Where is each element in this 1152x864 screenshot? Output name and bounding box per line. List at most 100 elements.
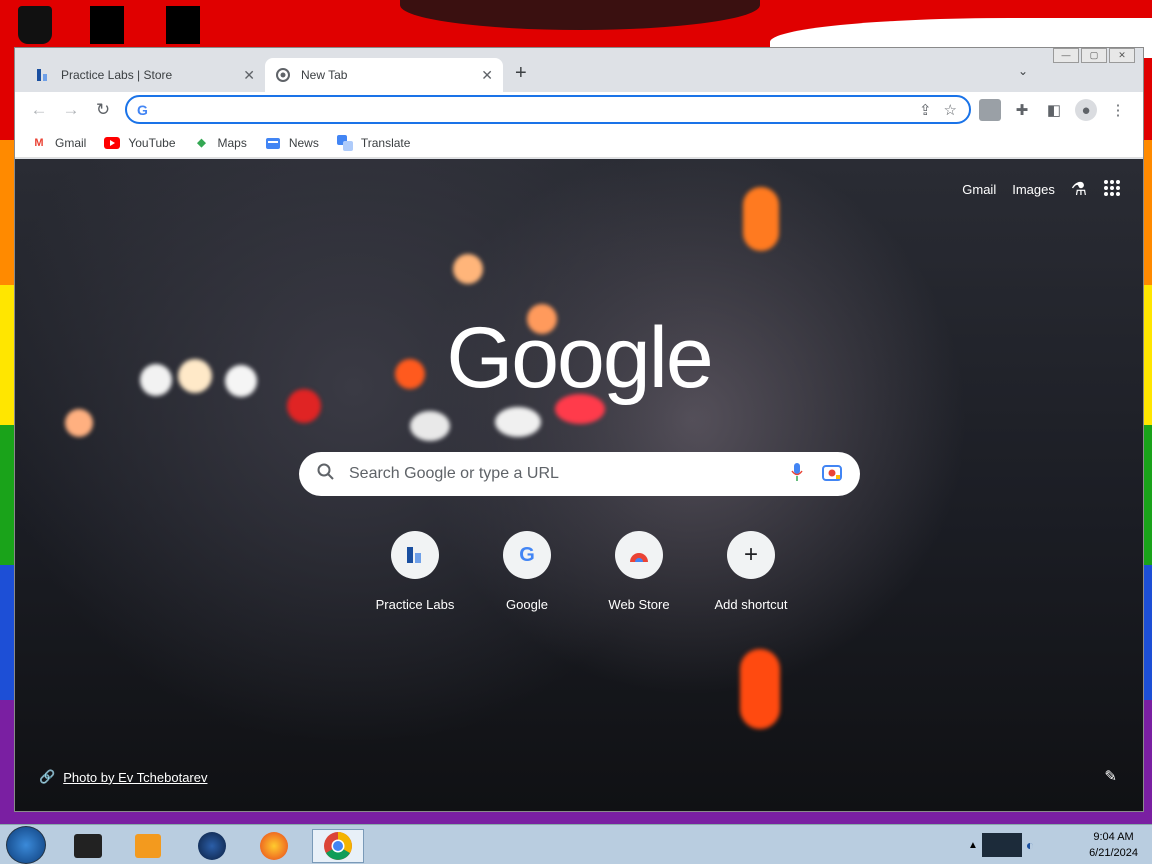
bokeh-light <box>65 409 93 437</box>
bookmark-label: Maps <box>217 135 247 150</box>
search-box[interactable] <box>299 452 860 496</box>
tab-strip: Practice Labs | Store ✕ New Tab ✕ + ⌄ — … <box>15 48 1143 92</box>
top-links: Gmail Images ⚗ <box>962 179 1121 200</box>
browser-window: Practice Labs | Store ✕ New Tab ✕ + ⌄ — … <box>14 47 1144 812</box>
photo-attribution: 🔗 Photo by Ev Tchebotarev <box>39 769 207 785</box>
bookmark-news[interactable]: News <box>265 135 319 151</box>
tab-title: New Tab <box>301 68 348 82</box>
bookmark-youtube[interactable]: YouTube <box>104 135 176 151</box>
recycle-bin-icon[interactable] <box>18 6 52 44</box>
new-tab-page: Gmail Images ⚗ Google Search Google or t… <box>15 159 1143 811</box>
gmail-link[interactable]: Gmail <box>962 182 996 197</box>
maps-icon: ◆ <box>197 137 206 149</box>
lens-camera-icon[interactable] <box>822 463 842 486</box>
bookmarks-bar: M Gmail YouTube ◆ Maps News Translate <box>15 128 1143 158</box>
apps-grid-icon[interactable] <box>1103 179 1121 200</box>
bookmark-label: YouTube <box>128 135 176 150</box>
toolbar-actions: ✚ ◧ ● ⋮ <box>979 92 1129 128</box>
web-store-icon <box>615 531 663 579</box>
link-icon: 🔗 <box>39 769 56 784</box>
shortcut-label: Web Store <box>608 597 670 612</box>
news-icon <box>265 135 281 151</box>
google-g-icon: G <box>503 531 551 579</box>
bookmark-star-icon[interactable]: ☆ <box>944 101 957 119</box>
attribution-link[interactable]: Photo by Ev Tchebotarev <box>63 770 207 785</box>
clock[interactable]: 9:04 AM 6/21/2024 <box>1089 829 1138 861</box>
close-window-button[interactable]: ✕ <box>1109 48 1135 63</box>
shortcut-add[interactable]: + Add shortcut <box>703 531 799 612</box>
shortcut-google[interactable]: G Google <box>479 531 575 612</box>
bokeh-light <box>410 411 450 441</box>
translate-icon <box>336 134 353 151</box>
start-button[interactable] <box>6 826 46 864</box>
browser-toolbar: ← → ↻ G ⇪ ☆ ✚ ◧ ● ⋮ <box>15 92 1143 128</box>
wallpaper-shape <box>400 0 760 30</box>
shortcut-web-store[interactable]: Web Store <box>591 531 687 612</box>
shortcuts-grid: Practice Labs G Google Web Store + Add s… <box>367 531 799 612</box>
tab-practice-labs[interactable]: Practice Labs | Store ✕ <box>25 58 265 92</box>
desktop-shortcut-icon[interactable] <box>166 6 200 44</box>
reload-icon[interactable]: ↻ <box>87 100 119 120</box>
close-tab-icon[interactable]: ✕ <box>481 67 493 84</box>
gmail-icon: M <box>34 136 44 149</box>
search-input[interactable] <box>349 465 790 483</box>
share-icon[interactable]: ⇪ <box>919 101 932 119</box>
bokeh-light <box>743 187 779 251</box>
taskbar-firefox-icon[interactable] <box>252 829 296 863</box>
window-controls: — ▢ ✕ <box>1053 48 1135 63</box>
system-tray: ▲ ◐ <box>968 825 1034 864</box>
bookmark-label: News <box>288 135 319 150</box>
taskbar-media-player-icon[interactable] <box>126 829 170 863</box>
shortcut-label: Add shortcut <box>714 597 788 612</box>
bookmark-translate[interactable]: Translate <box>336 134 411 151</box>
address-bar[interactable]: G ⇪ ☆ <box>125 95 971 124</box>
bokeh-light <box>740 649 780 729</box>
taskbar-terminal-icon[interactable] <box>66 829 110 863</box>
shortcut-label: Google <box>506 597 548 612</box>
taskbar-globe-icon[interactable] <box>190 829 234 863</box>
shortcut-practice-labs[interactable]: Practice Labs <box>367 531 463 612</box>
desktop-shortcut-icon[interactable] <box>90 6 124 44</box>
minimize-button[interactable]: — <box>1053 48 1079 63</box>
plus-icon: + <box>727 531 775 579</box>
tray-expand-icon[interactable]: ▲ <box>968 840 978 851</box>
address-input[interactable] <box>153 101 919 118</box>
youtube-icon <box>104 135 121 151</box>
bokeh-light <box>453 254 483 284</box>
back-icon[interactable]: ← <box>23 100 55 120</box>
labs-flask-icon[interactable]: ⚗ <box>1071 179 1087 200</box>
profile-avatar-icon[interactable]: ● <box>1075 99 1097 121</box>
bookmark-gmail[interactable]: M Gmail <box>31 135 86 151</box>
bokeh-light <box>495 407 541 437</box>
bookmark-label: Gmail <box>55 135 87 150</box>
images-link[interactable]: Images <box>1012 182 1055 197</box>
customize-pencil-icon[interactable]: ✎ <box>1104 767 1117 785</box>
close-tab-icon[interactable]: ✕ <box>243 67 255 84</box>
bookmark-maps[interactable]: ◆ Maps <box>194 135 247 151</box>
clock-time: 9:04 AM <box>1093 831 1134 843</box>
maximize-button[interactable]: ▢ <box>1081 48 1107 63</box>
extension-icon[interactable] <box>979 99 1001 121</box>
side-panel-icon[interactable]: ◧ <box>1043 99 1065 121</box>
google-g-icon: G <box>137 101 148 118</box>
practice-labs-icon <box>391 531 439 579</box>
tab-search-icon[interactable]: ⌄ <box>1018 64 1028 78</box>
bookmark-label: Translate <box>360 135 411 150</box>
search-icon <box>317 463 335 486</box>
new-tab-button[interactable]: + <box>515 62 527 85</box>
google-logo: Google <box>446 310 713 406</box>
shortcut-label: Practice Labs <box>375 597 455 612</box>
extensions-puzzle-icon[interactable]: ✚ <box>1011 99 1033 121</box>
taskbar-chrome-icon[interactable] <box>312 829 364 863</box>
tab-new-tab[interactable]: New Tab ✕ <box>265 58 503 92</box>
practice-labs-icon <box>35 67 51 83</box>
menu-kebab-icon[interactable]: ⋮ <box>1107 99 1129 121</box>
chrome-icon <box>275 67 291 83</box>
voice-search-icon[interactable] <box>790 462 804 487</box>
tray-app-icon[interactable] <box>981 833 1022 857</box>
clock-date: 6/21/2024 <box>1089 847 1138 859</box>
taskbar: ▲ ◐ 9:04 AM 6/21/2024 <box>0 824 1152 864</box>
tab-title: Practice Labs | Store <box>61 68 173 82</box>
network-icon[interactable]: ◐ <box>1026 837 1034 853</box>
forward-icon[interactable]: → <box>55 100 87 120</box>
